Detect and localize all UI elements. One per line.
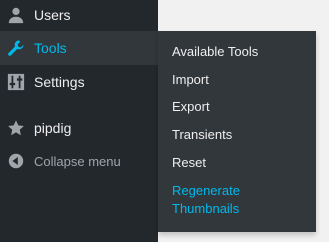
submenu-pointer <box>150 40 158 56</box>
menu-item-settings[interactable]: Settings <box>0 65 158 99</box>
submenu-item-export[interactable]: Export <box>172 98 312 116</box>
submenu-item-reset[interactable]: Reset <box>172 154 312 172</box>
menu-separator <box>0 101 158 102</box>
submenu-item-regenerate-thumbnails[interactable]: Regenerate Thumbnails <box>172 182 312 218</box>
menu-item-users[interactable]: Users <box>0 0 158 32</box>
star-icon <box>6 118 26 138</box>
collapse-arrow-icon <box>6 151 26 171</box>
menu-item-tools[interactable]: Tools <box>0 31 158 65</box>
submenu-item-available-tools[interactable]: Available Tools <box>172 43 312 61</box>
collapse-menu-button[interactable]: Collapse menu <box>0 144 158 178</box>
admin-sidebar: Users Tools Settings pipdig Collapse men… <box>0 0 158 242</box>
wrench-icon <box>6 38 26 58</box>
menu-item-tools-label: Tools <box>34 40 67 56</box>
sliders-icon <box>6 72 26 92</box>
menu-item-users-label: Users <box>34 7 71 23</box>
submenu-item-transients[interactable]: Transients <box>172 126 312 144</box>
menu-item-settings-label: Settings <box>34 74 85 90</box>
tools-submenu: Available Tools Import Export Transients… <box>158 31 316 232</box>
menu-item-pipdig-label: pipdig <box>34 120 72 136</box>
collapse-menu-label: Collapse menu <box>34 153 121 169</box>
submenu-item-import[interactable]: Import <box>172 71 312 89</box>
user-icon <box>6 5 26 25</box>
menu-item-pipdig[interactable]: pipdig <box>0 111 158 145</box>
